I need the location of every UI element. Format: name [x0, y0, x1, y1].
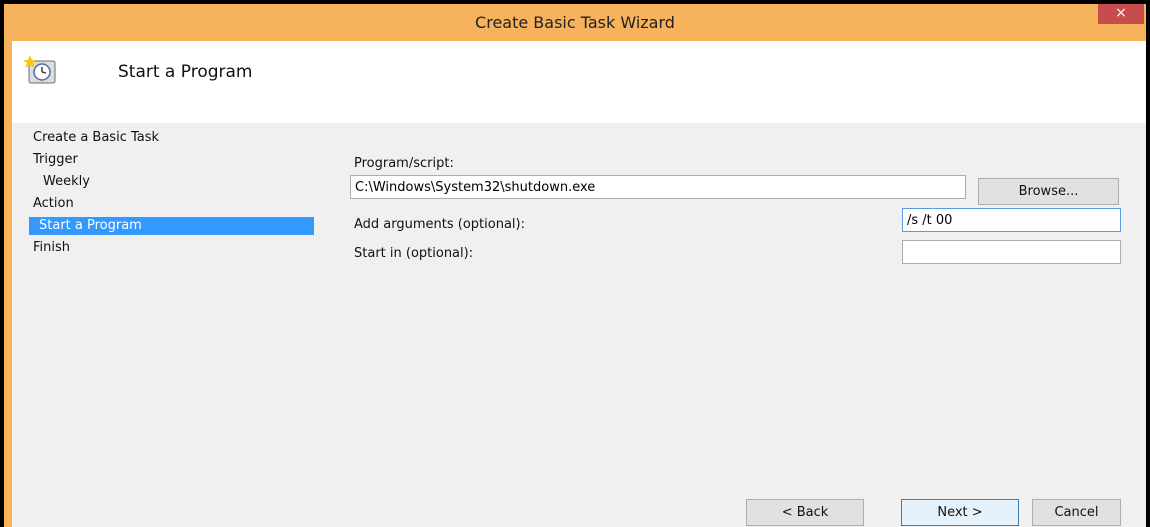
add-arguments-input[interactable] — [902, 208, 1121, 232]
program-script-input[interactable] — [350, 175, 966, 199]
sidebar-item-action: Action — [33, 196, 74, 211]
task-scheduler-clock-icon — [24, 55, 56, 84]
sidebar-item-trigger: Trigger — [33, 152, 78, 167]
close-icon: × — [1115, 5, 1127, 21]
wizard-content: Start a Program Create a Basic Task Trig… — [12, 41, 1146, 527]
sidebar-item-finish: Finish — [33, 240, 71, 255]
close-button[interactable]: × — [1098, 4, 1144, 24]
sidebar-item-start-a-program: Start a Program — [29, 217, 314, 235]
window-title: Create Basic Task Wizard — [475, 13, 675, 32]
wizard-header: Start a Program — [12, 41, 1146, 123]
title-bar[interactable]: Create Basic Task Wizard × — [4, 4, 1146, 41]
next-button[interactable]: Next > — [901, 499, 1019, 526]
browse-button[interactable]: Browse... — [978, 178, 1119, 205]
wizard-window: Create Basic Task Wizard × Start a Progr… — [4, 4, 1146, 527]
page-title: Start a Program — [118, 62, 253, 82]
cancel-button[interactable]: Cancel — [1032, 499, 1121, 526]
sidebar-item-label: Start a Program — [39, 218, 142, 233]
add-arguments-label: Add arguments (optional): — [354, 217, 525, 232]
start-in-input[interactable] — [902, 240, 1121, 264]
program-script-label: Program/script: — [354, 156, 454, 171]
start-in-label: Start in (optional): — [354, 246, 474, 261]
back-button[interactable]: < Back — [746, 499, 864, 526]
sidebar-item-create-basic-task: Create a Basic Task — [33, 130, 160, 145]
sidebar-item-weekly: Weekly — [43, 174, 90, 189]
